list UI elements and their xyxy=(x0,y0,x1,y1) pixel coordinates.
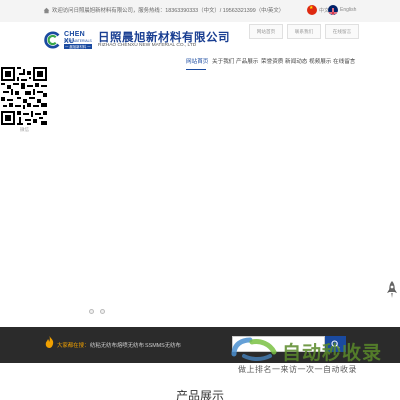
nav-item-news[interactable]: 新闻动态 xyxy=(285,57,307,65)
logo-mark-icon xyxy=(44,31,60,49)
uk-flag-icon[interactable] xyxy=(328,5,338,15)
qr-code-panel xyxy=(1,67,47,127)
rocket-icon[interactable] xyxy=(386,281,398,299)
quick-link-message[interactable]: 在线留言 xyxy=(325,24,359,39)
slider-dot[interactable] xyxy=(100,309,105,314)
watermark-logo-icon xyxy=(231,337,277,361)
nav-item-honors[interactable]: 荣誉资质 xyxy=(261,57,283,65)
top-bar: 欢迎访问日照晨旭新材料有限公司，服务热线：18363390333（中文）/ 19… xyxy=(0,0,400,22)
nav-item-products[interactable]: 产品展示 xyxy=(236,57,258,65)
slider-dot[interactable] xyxy=(89,309,94,314)
logo-chinese-text: 一 晨旭新材料 一 xyxy=(64,44,92,49)
welcome-text: 欢迎访问日照晨旭新材料有限公司，服务热线：18363390333（中文）/ 19… xyxy=(52,8,285,14)
china-flag-icon[interactable]: ★ xyxy=(307,5,317,15)
hot-keyword-ssmms[interactable]: SSMMS无纺布 xyxy=(145,341,181,349)
hot-keyword-meltblown[interactable]: 熔喷无纺布 xyxy=(117,341,144,349)
nav-item-home[interactable]: 网站首页 xyxy=(186,57,208,65)
hot-keyword-spunbond[interactable]: 纺粘无纺布 xyxy=(90,341,117,349)
watermark-title: 自动秒收录 xyxy=(282,343,383,364)
company-name-english: RIZHAO CHENXU NEW MATERIAL CO., LTD xyxy=(98,43,197,48)
fire-icon xyxy=(45,336,54,348)
qr-code-icon xyxy=(1,67,47,125)
section-title: 产品展示 xyxy=(175,389,224,400)
nav-item-message[interactable]: 在线留言 xyxy=(333,57,355,65)
quick-link-home[interactable]: 网站首页 xyxy=(249,24,283,39)
watermark: 自动秒收录 做上排名一来访一次一自动收录 xyxy=(230,334,390,376)
home-icon xyxy=(43,7,50,14)
qr-caption: 微信 xyxy=(20,127,29,132)
quick-link-contact[interactable]: 联系我们 xyxy=(287,24,321,39)
nav-item-about[interactable]: 关于我们 xyxy=(212,57,234,65)
hot-search-label: 大家都在搜： xyxy=(57,343,90,349)
nav-item-videos[interactable]: 视频展示 xyxy=(309,57,331,65)
watermark-subtitle: 做上排名一来访一次一自动收录 xyxy=(238,365,357,374)
logo-subtext: NEW MATERIALS xyxy=(64,39,92,43)
company-logo[interactable]: CHEN XU NEW MATERIALS 一 晨旭新材料 一 xyxy=(44,28,96,52)
language-english[interactable]: English xyxy=(340,7,356,13)
nav-active-indicator xyxy=(186,69,206,70)
